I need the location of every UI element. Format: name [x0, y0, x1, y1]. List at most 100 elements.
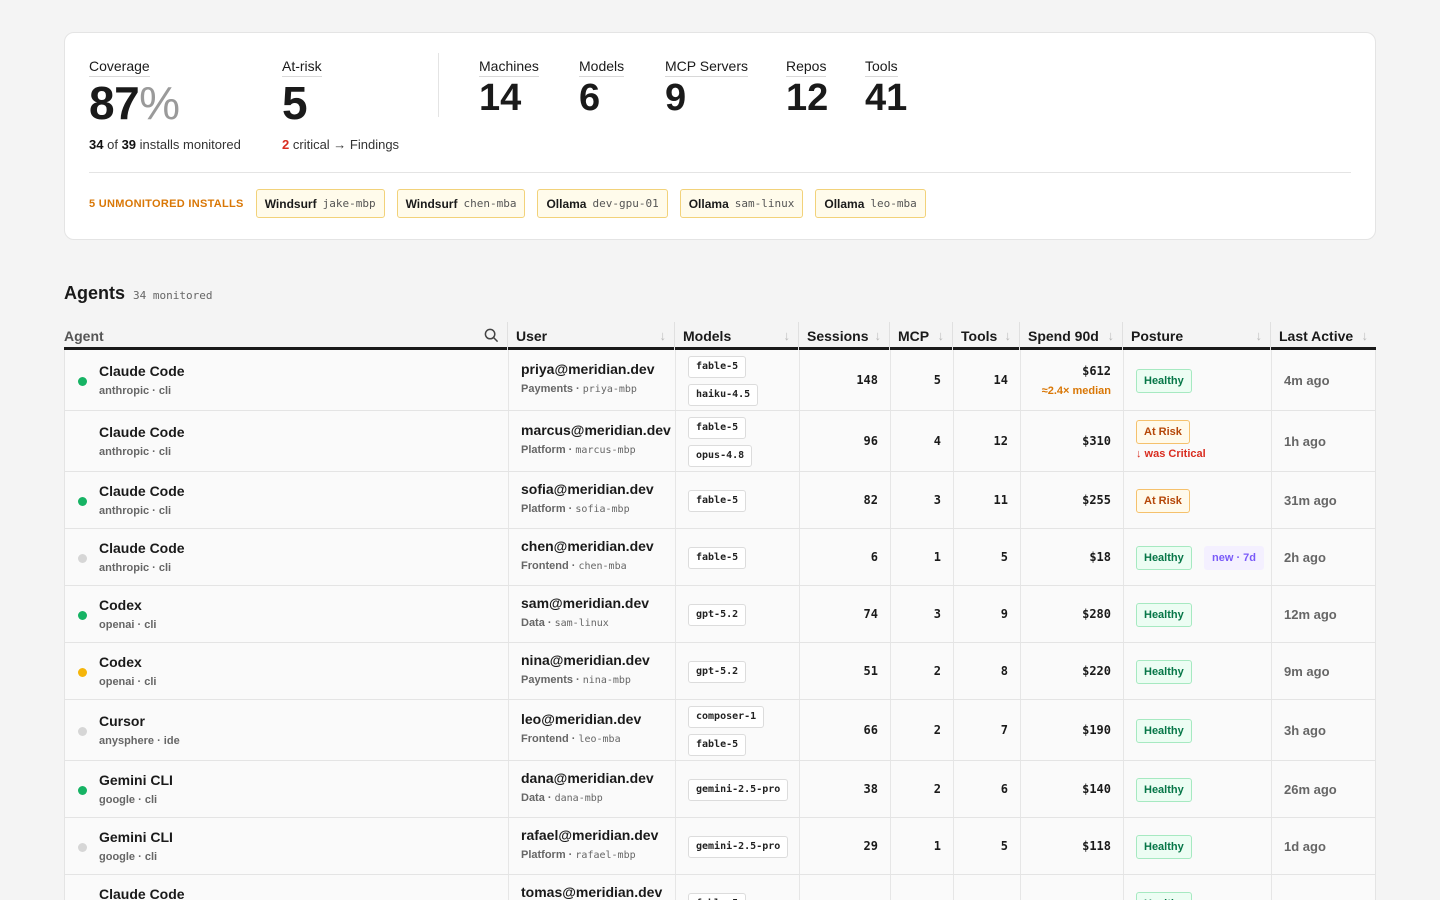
- user-cell: sofia@meridian.dev Platform · sofia-mbp: [509, 472, 676, 528]
- posture-badge[interactable]: Healthy: [1136, 369, 1192, 393]
- agent-meta: anthropic · cli: [99, 446, 172, 458]
- sort-arrow-icon[interactable]: ↓: [1108, 328, 1115, 350]
- table-row[interactable]: Claude Code anthropic · cli sofia@meridian…: [65, 472, 1375, 529]
- posture-badge[interactable]: Healthy: [1136, 660, 1192, 684]
- col-posture[interactable]: Posture ↓: [1123, 322, 1271, 350]
- agent-name[interactable]: Gemini CLI: [99, 829, 173, 845]
- user-email[interactable]: tomas@meridian.dev: [521, 884, 662, 900]
- agent-name[interactable]: Codex: [99, 597, 142, 613]
- sessions-value: 29: [863, 839, 878, 853]
- col-last-active[interactable]: Last Active ↓: [1271, 322, 1376, 350]
- table-row[interactable]: Claude Code anthropic · cli chen@meridian.…: [65, 529, 1375, 586]
- tools-value: 7: [1000, 723, 1008, 737]
- col-user-label: User: [516, 328, 548, 344]
- tools-value: 9: [1000, 607, 1008, 621]
- models-cell: fable-5 haiku-4.5: [676, 350, 800, 410]
- last-active-cell: 9m ago: [1272, 643, 1375, 699]
- unmonitored-chip[interactable]: Windsurf jake-mbp: [255, 189, 385, 218]
- table-row[interactable]: Gemini CLI google · cli rafael@meridian.de…: [65, 818, 1375, 875]
- tools-cell: 5: [954, 818, 1021, 874]
- agent-name[interactable]: Claude Code: [99, 363, 185, 379]
- table-row[interactable]: Claude Code anthropic · cli marcus@meridia…: [65, 411, 1375, 472]
- new-badge: new · 7d: [1204, 546, 1265, 570]
- table-row[interactable]: Cursor anysphere · ide leo@meridian.dev Fro…: [65, 700, 1375, 761]
- agent-name[interactable]: Claude Code: [99, 424, 185, 440]
- table-row[interactable]: Claude Code anthropic · cli priya@meridian…: [65, 350, 1375, 411]
- user-email[interactable]: nina@meridian.dev: [521, 652, 650, 668]
- user-host: marcus-mbp: [575, 445, 636, 456]
- table-row[interactable]: Codex openai · cli nina@meridian.dev Paymen…: [65, 643, 1375, 700]
- user-email[interactable]: chen@meridian.dev: [521, 538, 654, 554]
- col-agent[interactable]: Agent: [64, 322, 508, 350]
- posture-badge[interactable]: Healthy: [1136, 778, 1192, 802]
- spend-cell: $220: [1021, 643, 1124, 699]
- user-team: Platform: [521, 849, 566, 861]
- user-team: Frontend: [521, 733, 569, 745]
- sort-arrow-icon[interactable]: ↓: [784, 328, 791, 350]
- mcp-servers-label: MCP Servers: [665, 57, 748, 77]
- posture-badge[interactable]: At Risk: [1136, 489, 1190, 513]
- search-icon[interactable]: [484, 328, 499, 350]
- agent-name[interactable]: Gemini CLI: [99, 772, 173, 788]
- mcp-cell: 5: [891, 350, 954, 410]
- agent-name[interactable]: Claude Code: [99, 483, 185, 499]
- agent-name[interactable]: Claude Code: [99, 886, 185, 900]
- user-cell: tomas@meridian.dev: [509, 875, 676, 900]
- sort-arrow-icon[interactable]: ↓: [938, 328, 945, 350]
- coverage-stat: Coverage 87% 34 of 39 installs monitored: [89, 57, 241, 152]
- agent-meta: anysphere · ide: [99, 735, 180, 747]
- unmonitored-chip[interactable]: Ollama dev-gpu-01: [537, 189, 668, 218]
- user-email[interactable]: marcus@meridian.dev: [521, 422, 671, 438]
- machines-stat: Machines 14: [479, 57, 539, 118]
- user-email[interactable]: rafael@meridian.dev: [521, 827, 658, 843]
- posture-badge[interactable]: Healthy: [1136, 892, 1192, 900]
- user-email[interactable]: leo@meridian.dev: [521, 711, 641, 727]
- user-meta: Platform · rafael-mbp: [521, 849, 636, 861]
- agent-meta: anthropic · cli: [99, 385, 172, 397]
- model-tag: fable-5: [688, 893, 747, 900]
- tools-value: 5: [1000, 550, 1008, 564]
- sort-arrow-icon[interactable]: ↓: [875, 328, 882, 350]
- agent-name[interactable]: Codex: [99, 654, 142, 670]
- agent-name[interactable]: Claude Code: [99, 540, 185, 556]
- posture-badge[interactable]: Healthy: [1136, 603, 1192, 627]
- user-email[interactable]: dana@meridian.dev: [521, 770, 654, 786]
- unmonitored-chip[interactable]: Ollama sam-linux: [679, 189, 804, 218]
- user-email[interactable]: sam@meridian.dev: [521, 595, 649, 611]
- spend-value: $190: [1082, 723, 1111, 737]
- user-email[interactable]: priya@meridian.dev: [521, 361, 654, 377]
- posture-badge[interactable]: Healthy: [1136, 546, 1192, 570]
- agent-name[interactable]: Cursor: [99, 713, 145, 729]
- user-host: nina-mbp: [582, 675, 631, 686]
- posture-badge[interactable]: Healthy: [1136, 719, 1192, 743]
- tools-value: 11: [993, 493, 1008, 507]
- sort-arrow-icon[interactable]: ↓: [660, 328, 667, 350]
- posture-cell: Healthy: [1124, 586, 1272, 642]
- col-user[interactable]: User ↓: [508, 322, 675, 350]
- user-email[interactable]: sofia@meridian.dev: [521, 481, 654, 497]
- unmonitored-chip[interactable]: Ollama leo-mba: [815, 189, 926, 218]
- table-row[interactable]: Codex openai · cli sam@meridian.dev Data · …: [65, 586, 1375, 643]
- posture-cell: Healthy: [1124, 643, 1272, 699]
- findings-link[interactable]: 2 critical → Findings: [282, 137, 399, 152]
- mcp-value: 2: [933, 723, 941, 737]
- posture-badge[interactable]: At Risk: [1136, 420, 1190, 444]
- table-row[interactable]: Gemini CLI google · cli dana@meridian.dev D…: [65, 761, 1375, 818]
- agent-cell: Claude Code anthropic · cli: [65, 472, 509, 528]
- sort-arrow-icon[interactable]: ↓: [1005, 328, 1012, 350]
- spend-value: $140: [1082, 782, 1111, 796]
- sessions-cell: 82: [800, 472, 891, 528]
- col-spend[interactable]: Spend 90d ↓: [1020, 322, 1123, 350]
- unmonitored-chip[interactable]: Windsurf chen-mba: [396, 189, 526, 218]
- col-tools[interactable]: Tools ↓: [953, 322, 1020, 350]
- col-sessions[interactable]: Sessions ↓: [799, 322, 890, 350]
- col-models[interactable]: Models ↓: [675, 322, 799, 350]
- sort-arrow-icon[interactable]: ↓: [1256, 328, 1263, 350]
- table-row[interactable]: Claude Code tomas@meridian.dev fable-5 Heal…: [65, 875, 1375, 900]
- sort-arrow-icon[interactable]: ↓: [1362, 328, 1369, 350]
- col-mcp[interactable]: MCP ↓: [890, 322, 953, 350]
- tools-value: 5: [1000, 839, 1008, 853]
- stat-divider: [438, 53, 439, 117]
- tools-cell: [954, 875, 1021, 900]
- posture-badge[interactable]: Healthy: [1136, 835, 1192, 859]
